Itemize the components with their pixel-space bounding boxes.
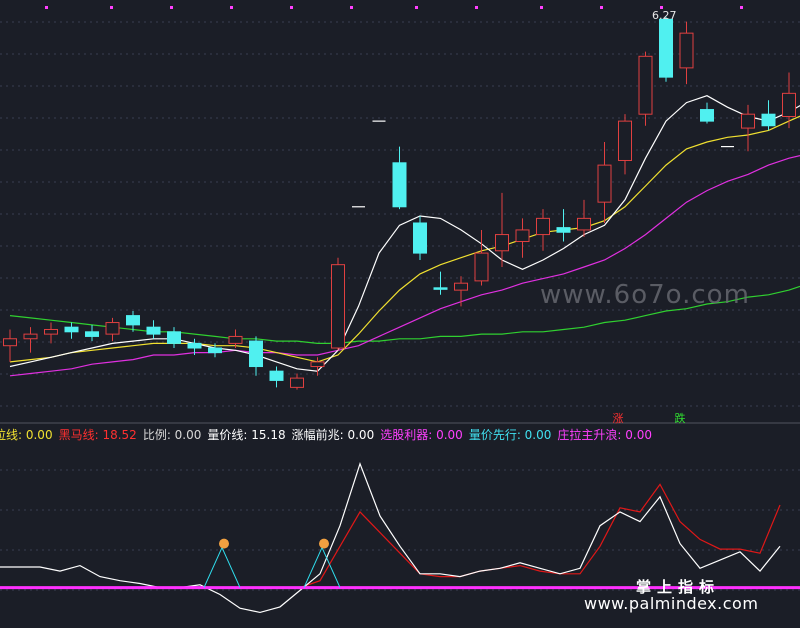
top-marker [415,6,418,9]
top-marker [475,6,478,9]
candle-body [495,234,509,252]
candle-body [392,162,407,208]
candle-body [679,32,694,69]
candle-body [187,342,202,349]
top-marker [170,6,173,9]
candle-body [618,120,632,161]
legend-item-label: 拉线: [0,428,23,442]
candle-body [331,264,345,349]
candle-body [700,109,714,122]
signal-hand-icon [319,538,329,549]
candle [638,51,653,126]
candle-body [474,252,489,282]
top-marker [540,6,543,9]
legend-item-label: 黑马线: [58,428,99,442]
rise-tag-label: 涨 [612,412,624,425]
legend-item-label: 量价线: [207,428,248,442]
legend-item-value: 0.00 [520,428,552,442]
fall-tag-label: 跌 [674,412,686,425]
legend-item: 涨幅前兆: 0.00 [292,428,375,442]
candle-body [556,227,571,233]
legend-item-value: 0.00 [22,428,53,442]
candle-body [659,18,673,78]
signal-hand-icon [219,538,229,549]
legend-item: 选股利器: 0.00 [380,428,463,442]
candle-body [761,113,776,127]
candle-body [536,217,550,236]
watermark-site: www.6o7o.com [540,280,750,310]
legend-item: 比例: 0.00 [143,428,202,442]
candle-body [64,326,79,333]
top-marker [45,6,48,9]
candle [413,216,427,261]
rise-tag: 涨 [611,412,625,426]
candle [331,257,345,351]
legend-item-value: 15.18 [247,428,286,442]
legend-item-label: 量价先行: [468,428,521,442]
candle-body [269,370,284,381]
legend-item-label: 选股利器: [380,428,433,442]
legend-item-label: 比例: [142,428,171,442]
legend-item-value: 0.00 [432,428,463,442]
legend-item: 量价线: 15.18 [207,428,285,442]
candle-body [290,377,304,388]
candle-body [44,328,58,335]
candle-body [85,331,99,337]
top-marker [290,6,293,9]
top-marker [110,6,113,9]
candle-body [3,338,17,347]
fall-tag: 跌 [673,412,687,426]
candle-body [782,92,796,117]
candle-body [433,287,448,290]
candle-body [249,340,263,368]
legend-item-value: 0.00 [170,428,202,442]
legend-item-label: 庄拉主升浪: [557,428,622,442]
legend-item: 黑马线: 18.52 [59,428,137,442]
candle-body [597,164,612,203]
legend-item: 拉线: 0.00 [0,428,53,442]
candle-body [208,347,222,354]
candle-body [23,333,38,340]
kline-chart[interactable] [0,0,800,628]
legend-item: 量价先行: 0.00 [469,428,552,442]
indicator-legend: 拉线: 0.00 黑马线: 18.52 比例: 0.00 量价线: 15.18 涨幅前兆… [0,426,658,444]
top-marker [600,6,603,9]
candle-body [638,55,653,115]
high-price-label: 6.27 [652,9,677,22]
top-marker [230,6,233,9]
candle-body [126,315,140,326]
candle-body [515,229,530,243]
candle-body [310,361,325,368]
candle [659,16,673,82]
chart-background [0,0,800,628]
candle-body [146,326,161,335]
legend-item: 庄拉主升浪: 0.00 [557,428,652,442]
candle-body [454,282,468,291]
candle-body [577,217,591,231]
legend-item-value: 18.52 [98,428,137,442]
legend-item-value: 0.00 [621,428,652,442]
watermark-url: www.palmindex.com [584,594,759,613]
candle-body [167,331,181,344]
candle-body [741,113,755,129]
top-marker [350,6,353,9]
candle-body [413,222,427,254]
legend-item-label: 涨幅前兆: [291,428,344,442]
top-marker [740,6,743,9]
legend-item-value: 0.00 [343,428,375,442]
candle-body [105,322,120,335]
candle-body [228,335,243,344]
